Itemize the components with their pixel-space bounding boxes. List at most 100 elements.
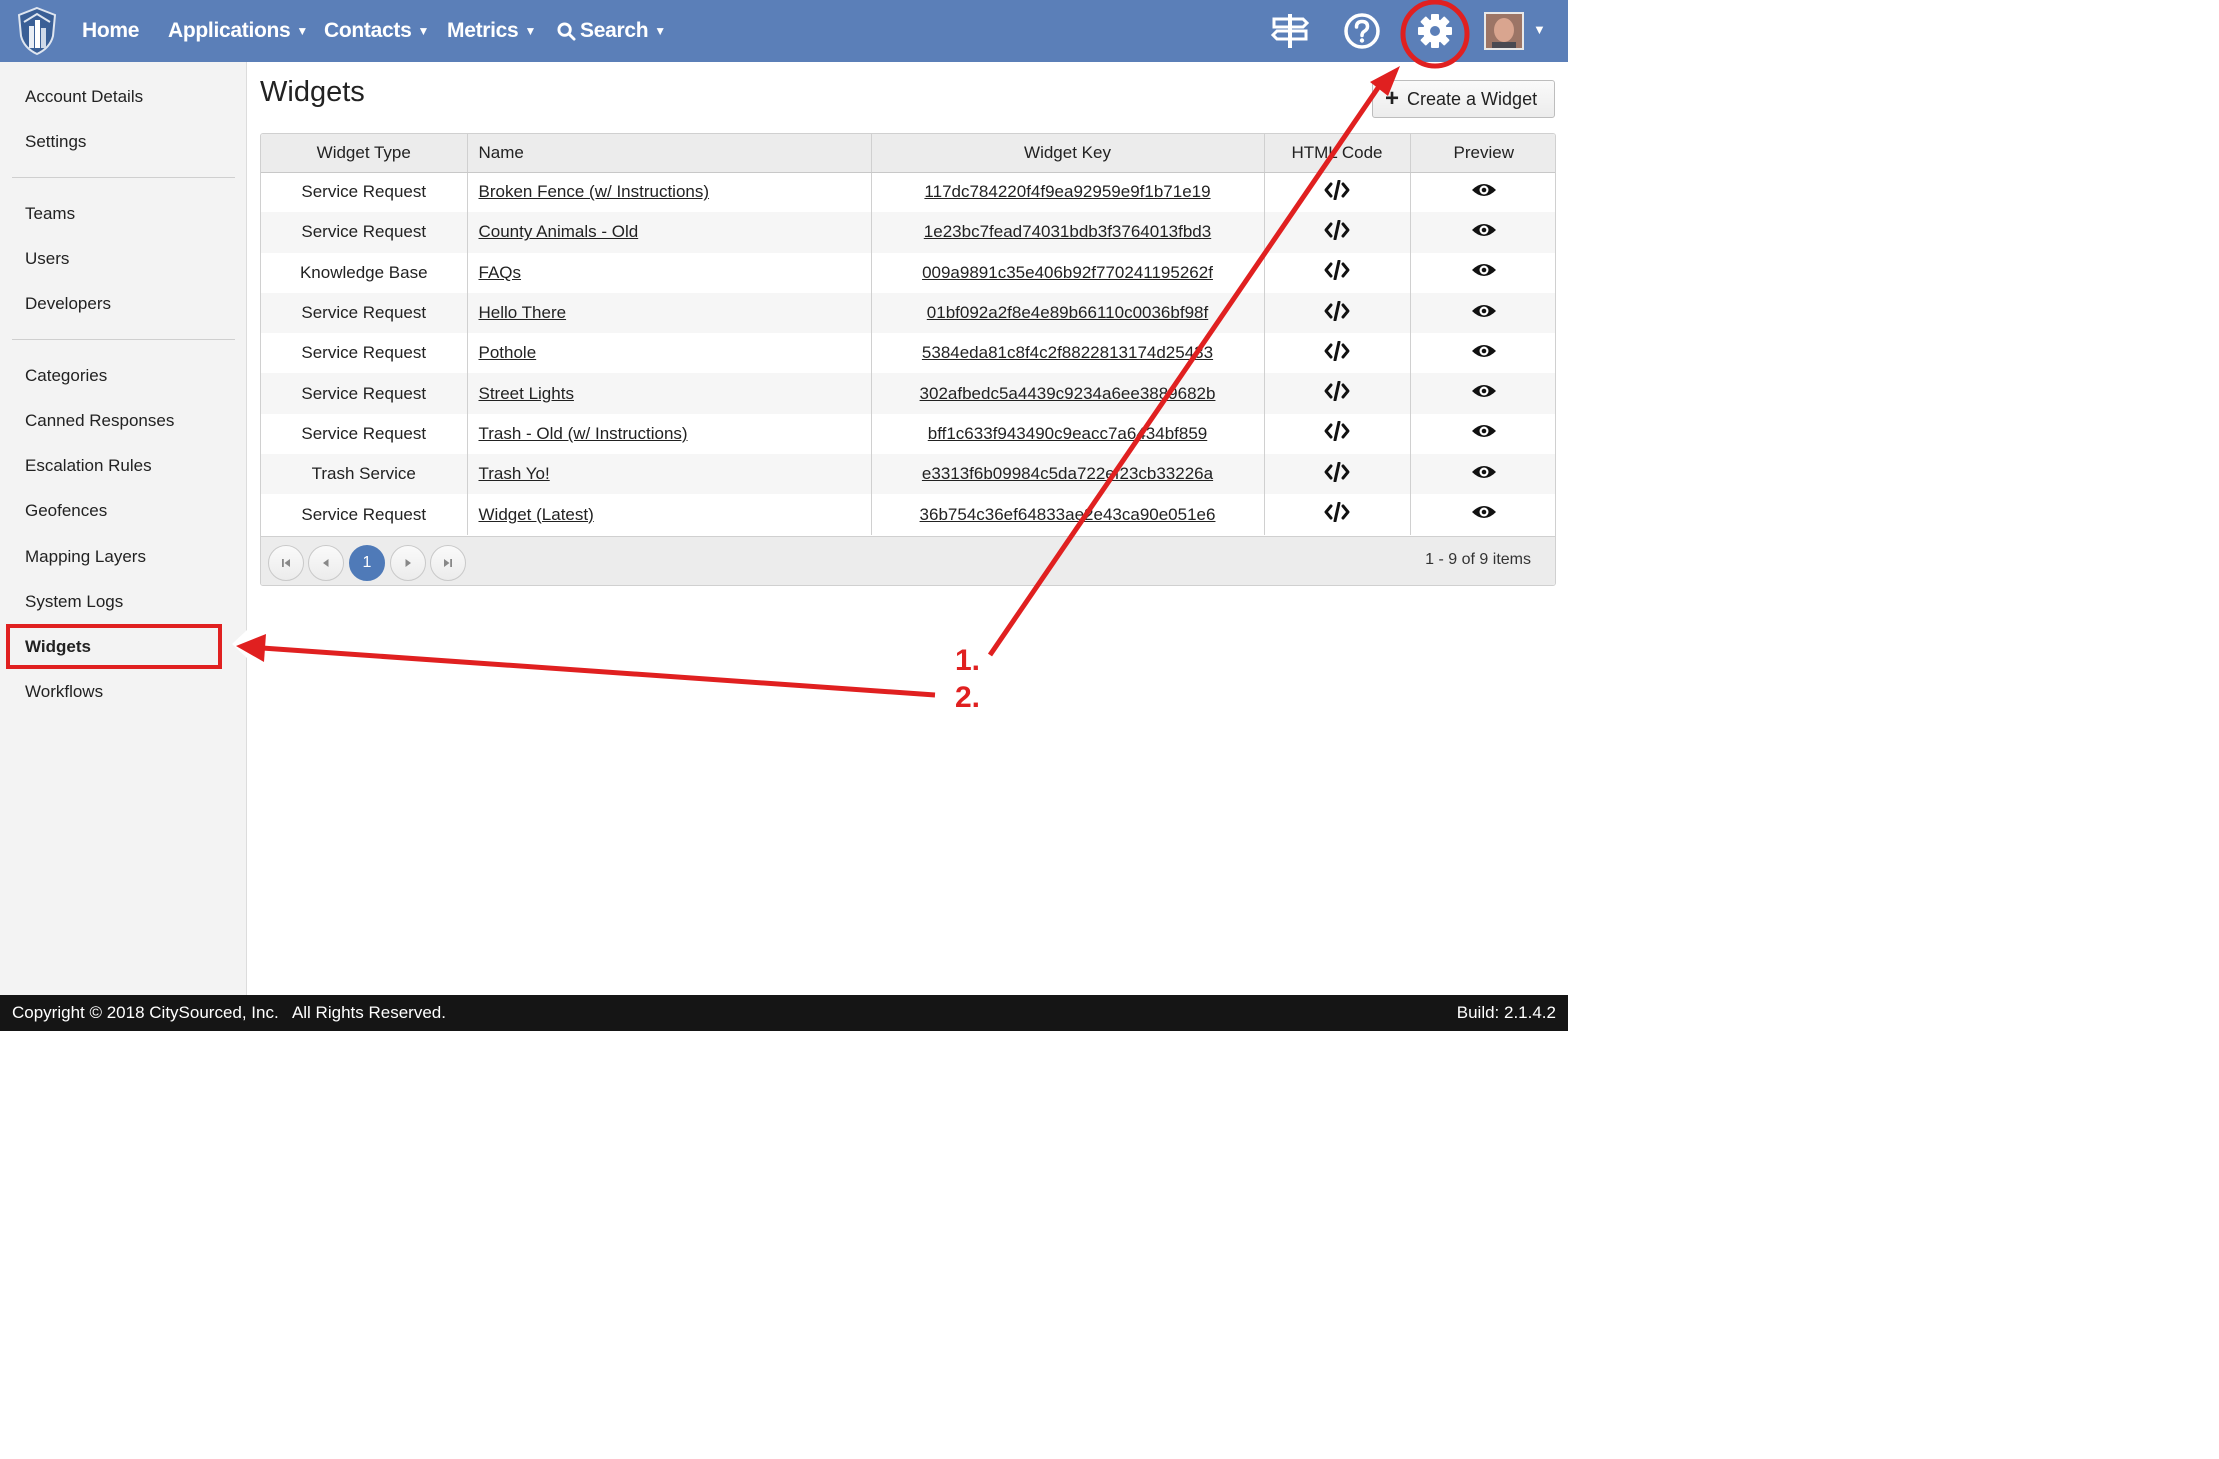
create-widget-button[interactable]: + Create a Widget [1372,80,1555,118]
table-row[interactable]: Knowledge Base FAQs 009a9891c35e406b92f770… [261,252,1555,293]
widget-name-link[interactable]: Widget (Latest) [479,505,594,524]
widget-key-link[interactable]: 009a9891c35e406b92f770241195262f [922,263,1213,282]
first-page-button[interactable] [268,545,304,581]
table-row[interactable]: Service Request Hello There 01bf092a2f8e4e… [261,292,1555,334]
code-icon[interactable] [1324,300,1350,322]
eye-icon[interactable] [1471,302,1497,320]
code-icon[interactable] [1324,259,1350,281]
widgets-table: Widget Type Name Widget Key HTML Code Pr… [261,134,1555,535]
column-header-widget-key[interactable]: Widget Key [870,134,1264,173]
code-icon[interactable] [1324,179,1350,201]
sidebar-item-escalation-rules[interactable]: Escalation Rules [25,456,152,476]
widget-name-link[interactable]: County Animals - Old [479,222,639,241]
cell-widget-type: Service Request [301,423,427,443]
signpost-button[interactable] [1270,12,1310,50]
cell-name: County Animals - Old [466,212,871,253]
widget-key-link[interactable]: 01bf092a2f8e4e89b66110c0036bf98f [927,303,1208,322]
eye-icon[interactable] [1471,181,1497,199]
table-header-row: Widget Type Name Widget Key HTML Code Pr… [261,134,1555,173]
table-row[interactable]: Service Request Widget (Latest) 36b754c36e… [261,494,1555,535]
table-row[interactable]: Service Request County Animals - Old 1e23b… [261,212,1555,253]
cell-widget-key: e3313f6b09984c5da722ef23cb33226a [870,454,1264,495]
cell-preview [1409,292,1555,334]
code-icon[interactable] [1324,420,1350,442]
column-header-preview[interactable]: Preview [1409,134,1555,173]
widget-name-link[interactable]: Hello There [479,303,567,322]
sidebar-item-geofences[interactable]: Geofences [25,501,107,521]
nav-home[interactable]: Home [82,17,139,45]
eye-icon[interactable] [1471,422,1497,440]
sidebar-item-canned-responses[interactable]: Canned Responses [25,411,174,431]
nav-search[interactable]: Search ▼ [557,17,666,45]
eye-icon[interactable] [1471,342,1497,360]
table-row[interactable]: Service Request Trash - Old (w/ Instructi… [261,413,1555,455]
sidebar: Account Details Settings Teams Users Dev… [0,62,247,995]
sidebar-item-developers[interactable]: Developers [25,294,111,314]
widget-key-link[interactable]: 1e23bc7fead74031bdb3f3764013fbd3 [924,222,1211,241]
cell-html-code [1263,212,1410,253]
caret-down-icon: ▼ [296,24,308,38]
column-header-name[interactable]: Name [466,134,871,173]
code-icon[interactable] [1324,380,1350,402]
build-version: Build: 2.1.4.2 [1456,1003,1556,1022]
widget-key-link[interactable]: 36b754c36ef64833ae2e43ca90e051e6 [920,505,1216,524]
eye-icon[interactable] [1471,503,1497,521]
code-icon[interactable] [1324,461,1350,483]
table-row[interactable]: Trash Service Trash Yo! e3313f6b09984c5da7… [261,454,1555,495]
nav-metrics-label: Metrics [447,19,519,42]
nav-metrics[interactable]: Metrics ▼ [447,17,536,45]
user-menu-caret-icon[interactable]: ▼ [1533,22,1546,37]
cell-name: Trash Yo! [466,454,871,495]
last-page-button[interactable] [430,545,466,581]
widget-name-link[interactable]: Trash Yo! [479,464,550,483]
table-row[interactable]: Service Request Broken Fence (w/ Instruct… [261,172,1555,213]
cell-widget-type: Trash Service [261,454,467,495]
sidebar-item-categories[interactable]: Categories [25,366,107,386]
page-1-button[interactable]: 1 [349,545,385,581]
sidebar-item-teams[interactable]: Teams [25,204,75,224]
sidebar-item-users[interactable]: Users [25,249,69,269]
citysourced-logo-icon[interactable] [16,6,58,56]
code-icon[interactable] [1324,340,1350,362]
widget-key-link[interactable]: 117dc784220f4f9ea92959e9f1b71e19 [924,182,1210,201]
nav-applications[interactable]: Applications ▼ [168,17,308,45]
table-row[interactable]: Service Request Pothole 5384eda81c8f4c2f88… [261,333,1555,374]
sidebar-item-system-logs[interactable]: System Logs [25,592,123,612]
settings-button[interactable] [1414,12,1456,50]
next-page-button[interactable] [390,545,426,581]
help-button[interactable] [1342,12,1382,50]
eye-icon[interactable] [1471,221,1497,239]
cell-widget-key: 302afbedc5a4439c9234a6ee3889682b [870,373,1264,414]
table-row[interactable]: Service Request Street Lights 302afbedc5a4… [261,373,1555,414]
eye-icon[interactable] [1471,463,1497,481]
widget-name-link[interactable]: Trash - Old (w/ Instructions) [479,424,688,443]
sidebar-item-account-details[interactable]: Account Details [25,87,143,107]
previous-page-button[interactable] [308,545,344,581]
nav-contacts-label: Contacts [324,19,412,42]
widget-key-link[interactable]: bff1c633f943490c9eacc7a6434bf859 [928,424,1208,443]
cell-name: FAQs [466,252,871,293]
widget-key-link[interactable]: 5384eda81c8f4c2f8822813174d25433 [922,343,1213,362]
code-icon[interactable] [1324,501,1350,523]
widget-key-link[interactable]: 302afbedc5a4439c9234a6ee3889682b [920,384,1216,403]
user-avatar[interactable] [1484,12,1524,50]
widget-name-link[interactable]: FAQs [479,263,522,282]
code-icon[interactable] [1324,219,1350,241]
cell-preview [1409,212,1555,253]
cell-preview [1409,454,1555,495]
cell-widget-type: Knowledge Base [299,262,428,282]
widget-name-link[interactable]: Broken Fence (w/ Instructions) [479,182,710,201]
nav-contacts[interactable]: Contacts ▼ [324,17,429,45]
sidebar-item-workflows[interactable]: Workflows [25,682,103,702]
widget-name-link[interactable]: Pothole [479,343,537,362]
sidebar-item-settings[interactable]: Settings [25,132,86,152]
sidebar-item-mapping-layers[interactable]: Mapping Layers [25,547,146,567]
eye-icon[interactable] [1471,382,1497,400]
eye-icon[interactable] [1471,261,1497,279]
widget-name-link[interactable]: Street Lights [479,384,574,403]
column-header-widget-type[interactable]: Widget Type [261,134,467,173]
sidebar-divider [12,177,235,178]
column-header-html-code[interactable]: HTML Code [1263,134,1410,173]
cell-widget-type: Service Request [301,343,427,363]
widget-key-link[interactable]: e3313f6b09984c5da722ef23cb33226a [922,464,1213,483]
